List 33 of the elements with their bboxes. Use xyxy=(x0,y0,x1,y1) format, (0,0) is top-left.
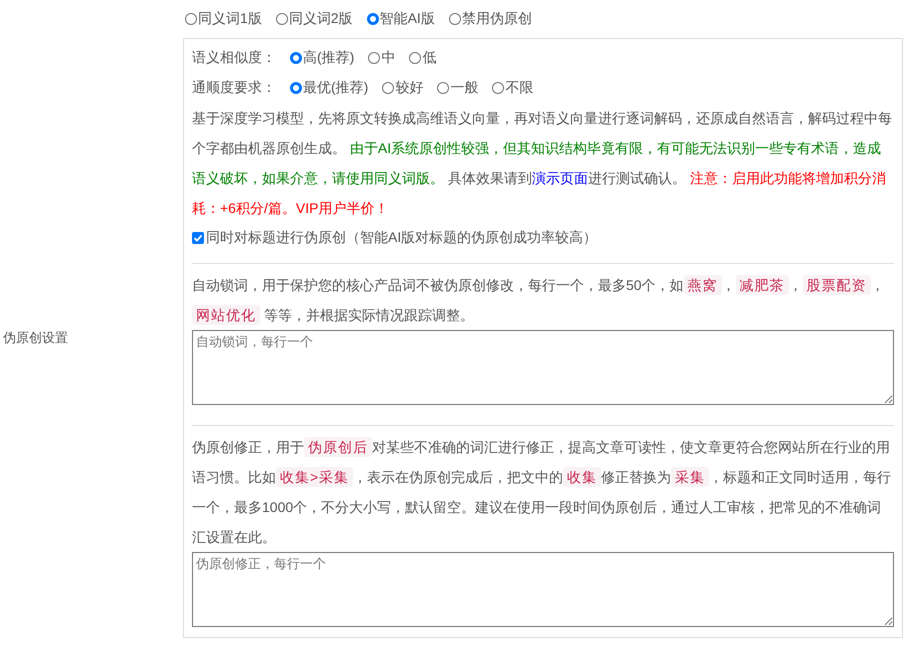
correction-field[interactable]: 伪原创修正，每行一个 xyxy=(192,552,894,627)
radio-button[interactable] xyxy=(409,52,422,64)
section-label: 伪原创设置 xyxy=(2,329,68,347)
radio-label[interactable]: 智能AI版 xyxy=(380,10,435,28)
checkbox[interactable] xyxy=(192,232,204,244)
radio-label[interactable]: 最优(推荐) xyxy=(303,79,368,97)
lock-words-field[interactable]: 自动锁词，每行一个 xyxy=(192,330,894,405)
setting-label: 语义相似度： xyxy=(192,49,276,67)
radio-button[interactable] xyxy=(437,82,450,94)
radio-label[interactable]: 禁用伪原创 xyxy=(462,10,532,28)
setting-label: 通顺度要求： xyxy=(192,79,276,97)
radio-button[interactable] xyxy=(382,82,394,94)
radio-label[interactable]: 同义词1版 xyxy=(198,10,262,28)
radio-label[interactable]: 不限 xyxy=(505,79,534,97)
checkbox-label[interactable]: 同时对标题进行伪原创（智能AI版对标题的伪原创成功率较高） xyxy=(206,229,598,247)
radio-button[interactable] xyxy=(185,13,197,25)
correction-description: 伪原创修正，用于 伪原创后 对某些不准确的词汇进行修正，提高文章可读性，使文章更符合您网站所在行业的用语习惯。比如 收集>采集 ，表示在伪原创完成后，把文中的 收集 修正替换为 采集 ，标题和正文同时适用，每行一个，最多1000个，不分大小写，默认留空。建议在使用一段时间伪原创后，通过人工审核，把常见的不准确词汇设置在此。 xyxy=(192,436,892,547)
radio-label[interactable]: 同义词2版 xyxy=(288,10,353,28)
radio-button[interactable] xyxy=(492,82,504,94)
radio-button[interactable] xyxy=(366,13,379,25)
radio-button[interactable] xyxy=(276,13,288,25)
lock-words-description: 自动锁词，用于保护您的核心产品词不被伪原创修改，每行一个，最多50个，如 燕窝 ， 减肥茶 ， 股票配资 ， 网站优化 等等，并根据实际情况跟踪调整。 xyxy=(192,274,886,327)
radio-label[interactable]: 高(推荐) xyxy=(303,49,354,67)
radio-button[interactable] xyxy=(368,52,380,64)
radio-button[interactable] xyxy=(448,13,461,25)
demo-page-link[interactable]: 演示页面 xyxy=(532,170,588,186)
radio-button[interactable] xyxy=(290,52,302,64)
radio-label[interactable]: 中 xyxy=(381,49,396,67)
radio-button[interactable] xyxy=(290,82,302,94)
radio-label[interactable]: 一般 xyxy=(450,79,478,97)
radio-label[interactable]: 较好 xyxy=(395,79,424,97)
ai-description: 基于深度学习模型，先将原文转换成高维语义向量，再对语义向量进行逐词解码，还原成自然语言，解码过程中每个字都由机器原创生成。 由于AI系统原创性较强，但其知识结构毕竟有限，有可能无法识别一些专有术语，造成语义破坏，如果介意，请使用同义词版。 具体效果请到演示页面进行测试确认。 注意：启用此功能将增加积分消耗：+6积分/篇。VIP用户半价！ xyxy=(192,109,893,218)
radio-label[interactable]: 低 xyxy=(422,49,436,67)
